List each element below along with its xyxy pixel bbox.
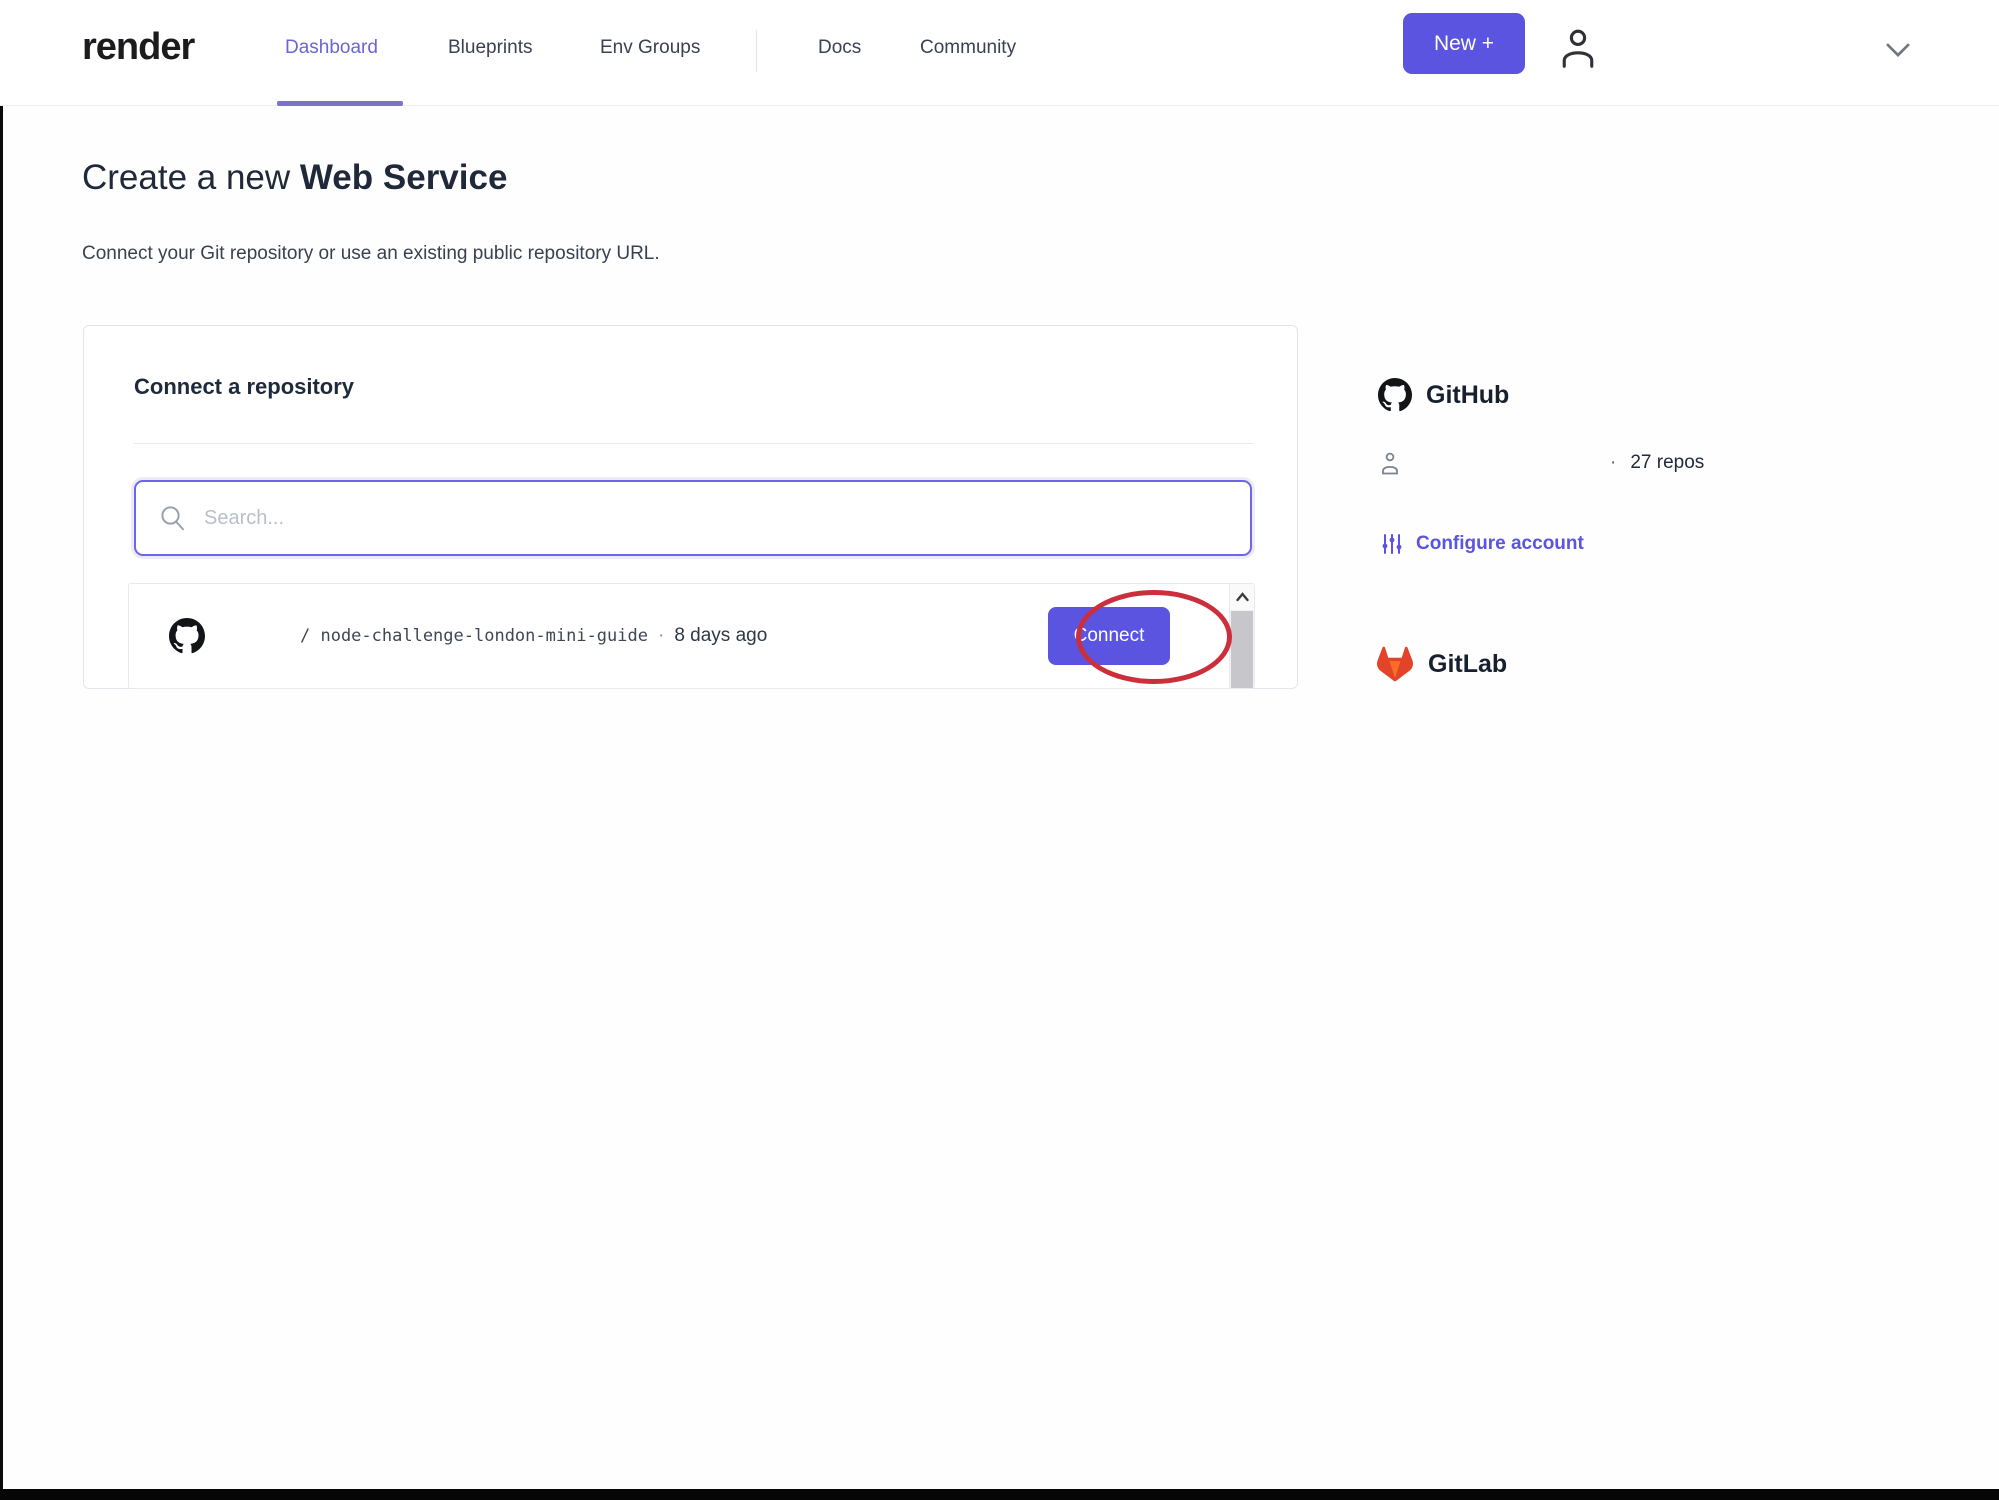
nav-item-dashboard[interactable]: Dashboard [285,37,378,59]
nav-item-blueprints[interactable]: Blueprints [448,37,533,59]
github-provider-header: GitHub [1378,378,1509,412]
repo-separator-dot: · [658,625,665,646]
gitlab-title: GitLab [1428,649,1508,678]
new-button[interactable]: New + [1403,13,1525,74]
active-tab-underline [277,101,403,106]
page-title-emphasis: Web Service [299,158,508,197]
render-logo[interactable]: render [82,26,195,69]
connect-repository-card: Connect a repository / node-challenge-lo… [83,325,1298,689]
nav-item-community[interactable]: Community [920,37,1016,59]
screenshot-left-edge [0,106,3,1489]
repository-search-input[interactable] [204,506,1228,530]
page-title: Create a new Web Service [82,158,507,198]
repository-search-box [134,480,1252,556]
nav-item-env-groups[interactable]: Env Groups [600,37,700,59]
repo-updated-time: 8 days ago [674,625,768,646]
page-title-prefix: Create a new [82,158,300,197]
configure-account-link[interactable]: Configure account [1380,531,1584,557]
person-icon [1562,29,1594,68]
github-title: GitHub [1426,380,1510,409]
gitlab-provider-header: GitLab [1376,646,1507,682]
nav-item-docs[interactable]: Docs [818,37,861,59]
top-navigation-bar: render Dashboard Blueprints Env Groups D… [0,0,1999,106]
repo-count-separator: · [1610,452,1617,473]
configure-account-label: Configure account [1416,533,1584,554]
github-icon [1378,378,1412,412]
card-heading-divider [134,443,1254,444]
scrollbar-thumb[interactable] [1231,611,1253,688]
render-dashboard-screen: render Dashboard Blueprints Env Groups D… [0,0,1999,1500]
account-person-icon [1382,452,1398,475]
sliders-icon [1382,534,1402,554]
card-heading: Connect a repository [134,374,355,399]
screenshot-bottom-edge [0,1489,1999,1500]
repo-path: / node-challenge-london-mini-guide [300,626,648,646]
search-icon [161,506,184,531]
repo-count: 27 repos [1630,452,1705,473]
repository-list-scrollbar[interactable] [1229,584,1254,688]
scrollbar-up-button[interactable] [1230,584,1254,610]
nav-divider [756,30,757,72]
github-account-row: · 27 repos [1378,450,1704,476]
github-icon [169,618,205,654]
gitlab-icon [1376,646,1413,682]
connect-button[interactable]: Connect [1048,607,1170,665]
scroll-up-icon [1235,592,1249,602]
repository-list-item[interactable]: / node-challenge-london-mini-guide · 8 d… [129,584,1254,688]
chevron-down-icon[interactable] [1884,42,1912,58]
user-avatar-button[interactable] [1550,16,1606,78]
page-subtitle: Connect your Git repository or use an ex… [82,243,660,264]
repository-list: / node-challenge-london-mini-guide · 8 d… [128,583,1255,689]
